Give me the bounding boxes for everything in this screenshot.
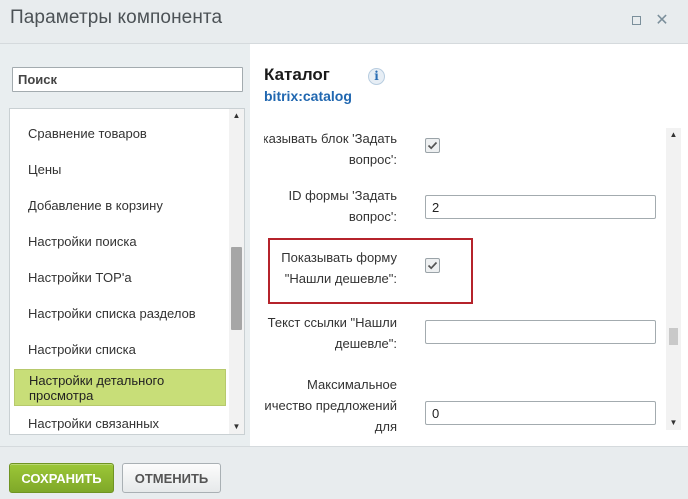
check-icon: [427, 141, 438, 150]
sidebar-item-related-settings[interactable]: Настройки связанных: [14, 405, 226, 434]
sidebar: Сравнение товаров Цены Добавление в корз…: [0, 44, 250, 446]
search-input[interactable]: [12, 67, 243, 92]
param-input-max-offers[interactable]: [425, 401, 656, 425]
param-input-ask-form-id[interactable]: [425, 195, 656, 219]
sidebar-scrollbar[interactable]: ▲ ▼: [229, 109, 244, 434]
save-button[interactable]: СОХРАНИТЬ: [9, 463, 114, 493]
sidebar-item-list-settings[interactable]: Настройки списка: [14, 331, 226, 367]
close-icon[interactable]: ✕: [653, 12, 671, 30]
scroll-up-icon[interactable]: ▲: [666, 128, 681, 142]
window-title: Параметры компонента: [10, 7, 223, 28]
scroll-thumb[interactable]: [669, 328, 678, 345]
param-label-max-offers: Максимальное количество предложений для: [264, 377, 397, 434]
sidebar-item-compare[interactable]: Сравнение товаров: [14, 115, 226, 151]
component-title: Каталог: [264, 65, 330, 84]
param-label-cheaper-link: Текст ссылки "Нашли дешевле":: [267, 315, 397, 351]
cancel-button[interactable]: ОТМЕНИТЬ: [122, 463, 221, 493]
scroll-down-icon[interactable]: ▼: [666, 416, 681, 430]
highlight-frame: [268, 238, 473, 304]
scroll-up-icon[interactable]: ▲: [229, 109, 244, 123]
sidebar-item-add-to-cart[interactable]: Добавление в корзину: [14, 187, 226, 223]
title-bar: Параметры компонента ✕: [0, 0, 688, 44]
sidebar-item-section-list-settings[interactable]: Настройки списка разделов: [14, 295, 226, 331]
section-list: Сравнение товаров Цены Добавление в корз…: [9, 108, 245, 435]
sidebar-item-top-settings[interactable]: Настройки TOP'а: [14, 259, 226, 295]
params-scrollbar[interactable]: ▲ ▼: [666, 128, 681, 430]
restore-icon[interactable]: [627, 12, 645, 30]
scroll-down-icon[interactable]: ▼: [229, 420, 244, 434]
param-label-ask-form-id: ID формы 'Задать вопрос':: [288, 188, 397, 224]
sidebar-item-search-settings[interactable]: Настройки поиска: [14, 223, 226, 259]
scroll-thumb[interactable]: [231, 247, 242, 330]
param-input-cheaper-link[interactable]: [425, 320, 656, 344]
param-label-show-ask: Показывать блок 'Задать вопрос':: [264, 131, 397, 167]
sidebar-item-prices[interactable]: Цены: [14, 151, 226, 187]
info-icon[interactable]: i: [368, 68, 385, 85]
param-checkbox-show-ask[interactable]: [425, 138, 440, 153]
dialog-footer: СОХРАНИТЬ ОТМЕНИТЬ: [0, 446, 688, 499]
dialog-body: Сравнение товаров Цены Добавление в корз…: [0, 44, 688, 446]
component-code: bitrix:catalog: [264, 88, 352, 104]
sidebar-item-detail-settings[interactable]: Настройки детального просмотра: [14, 369, 226, 406]
